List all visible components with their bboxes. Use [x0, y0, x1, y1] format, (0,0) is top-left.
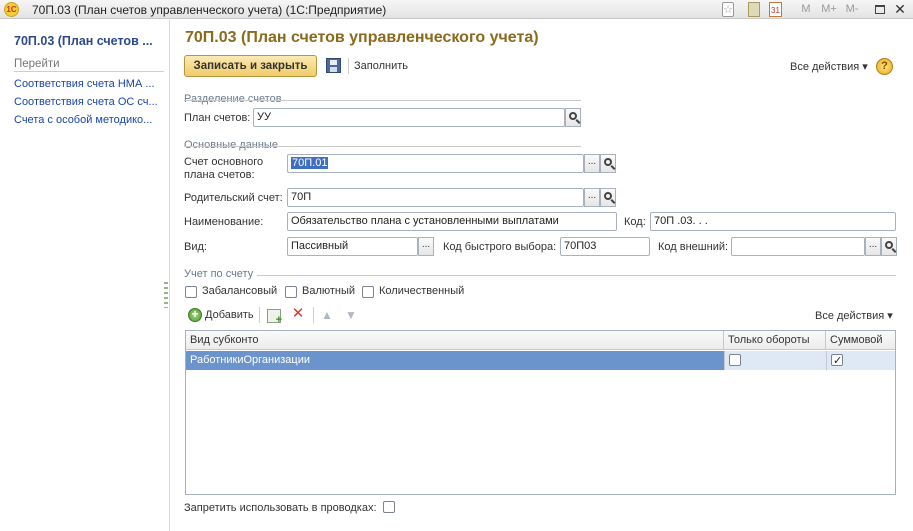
group-title-main: Основные данные [184, 139, 278, 151]
quantity-label: Количественный [379, 285, 465, 297]
group-title-account: Учет по счету [184, 268, 254, 280]
sidebar-section-goto: Перейти [14, 58, 164, 72]
close-icon[interactable]: ✕ [893, 2, 907, 17]
currency-label: Валютный [302, 285, 356, 297]
group-divider [184, 146, 581, 147]
all-actions-button[interactable]: Все действия ▾ [790, 60, 868, 73]
turnover-only-checkbox[interactable] [729, 354, 741, 366]
ext-code-field[interactable] [731, 237, 865, 256]
toolbar-divider [348, 58, 349, 74]
code-label: Код: [624, 216, 646, 228]
column-header-sum[interactable]: Суммовой [826, 331, 895, 350]
main-form: 70П.03 (План счетов управленческого учет… [171, 20, 913, 531]
memory-button[interactable]: M [800, 2, 812, 17]
parent-field[interactable]: 70П [287, 188, 584, 207]
main-account-search-icon[interactable] [600, 154, 616, 173]
sidebar: 70П.03 (План счетов ... Перейти Соответс… [0, 20, 170, 531]
off-balance-checkbox[interactable] [185, 286, 197, 298]
window-title: 70П.03 (План счетов управленческого учет… [32, 3, 387, 17]
group-divider [184, 100, 581, 101]
maximize-icon[interactable] [873, 2, 886, 17]
memory-minus-button[interactable]: M- [842, 2, 862, 17]
plan-label: План счетов: [184, 112, 251, 124]
type-field[interactable]: Пассивный [287, 237, 418, 256]
parent-label: Родительский счет: [184, 192, 283, 204]
app-logo-icon: 1С [4, 2, 19, 17]
column-header-turnover[interactable]: Только обороты [724, 331, 826, 350]
save-and-close-button[interactable]: Записать и закрыть [184, 55, 317, 77]
help-icon[interactable]: ? [876, 58, 893, 75]
toolbar-divider [259, 307, 260, 323]
main-account-select-button[interactable]: ... [584, 154, 600, 173]
column-header-kind[interactable]: Вид субконто [186, 331, 724, 350]
splitter-handle[interactable] [164, 282, 168, 308]
forbid-checkbox[interactable] [383, 501, 395, 513]
add-icon[interactable]: + [188, 308, 202, 322]
sidebar-link-special[interactable]: Счета с особой методико... [14, 114, 164, 126]
move-down-icon[interactable]: ▼ [344, 308, 358, 322]
sidebar-link-os[interactable]: Соответствия счета ОС сч... [14, 96, 164, 108]
quick-code-label: Код быстрого выбора: [443, 241, 557, 253]
main-account-label: Счет основного [184, 156, 264, 168]
copy-icon[interactable] [267, 309, 282, 326]
sidebar-title[interactable]: 70П.03 (План счетов ... [14, 34, 153, 48]
table-row[interactable]: РаботникиОрганизации [186, 351, 895, 371]
forbid-label: Запретить использовать в проводках: [184, 502, 377, 514]
save-icon[interactable] [326, 58, 341, 73]
table-header: Вид субконто Только обороты Суммовой [186, 331, 895, 350]
calendar-icon[interactable]: 31 [769, 2, 782, 17]
delete-icon[interactable]: ✕ [291, 306, 305, 321]
add-button[interactable]: Добавить [205, 309, 254, 321]
ext-code-search-icon[interactable] [881, 237, 897, 256]
fill-button[interactable]: Заполнить [354, 60, 408, 72]
main-account-label-2: плана счетов: [184, 169, 255, 181]
code-field[interactable]: 70П .03. . . [650, 212, 896, 231]
cell-turnover[interactable] [724, 351, 826, 370]
plan-field[interactable]: УУ [253, 108, 565, 127]
group-divider [257, 275, 896, 276]
page-title: 70П.03 (План счетов управленческого учет… [185, 29, 539, 46]
cell-sum[interactable] [826, 351, 895, 371]
subconto-table[interactable]: Вид субконто Только обороты Суммовой Раб… [185, 330, 896, 495]
table-all-actions-button[interactable]: Все действия ▾ [815, 309, 893, 322]
move-up-icon[interactable]: ▲ [320, 308, 334, 322]
quantity-checkbox[interactable] [362, 286, 374, 298]
currency-checkbox[interactable] [285, 286, 297, 298]
ext-code-select-button[interactable]: ... [865, 237, 881, 256]
type-select-button[interactable]: ... [418, 237, 434, 256]
parent-search-icon[interactable] [600, 188, 616, 207]
sidebar-link-nma[interactable]: Соответствия счета НМА ... [14, 78, 164, 90]
cell-kind[interactable]: РаботникиОрганизации [186, 351, 724, 370]
ext-code-label: Код внешний: [658, 241, 729, 253]
parent-select-button[interactable]: ... [584, 188, 600, 207]
memory-plus-button[interactable]: M+ [818, 2, 840, 17]
main-account-value: 70П.01 [291, 157, 329, 169]
calculator-icon[interactable] [748, 2, 760, 17]
sum-checkbox[interactable] [831, 352, 843, 371]
toolbar-divider [313, 307, 314, 323]
plan-search-icon[interactable] [565, 108, 581, 127]
name-label: Наименование: [184, 216, 264, 228]
quick-code-field[interactable]: 70П03 [560, 237, 650, 256]
group-title-split: Разделение счетов [184, 93, 282, 105]
favorites-icon[interactable]: ☆ [722, 2, 734, 17]
name-field[interactable]: Обязательство плана с установленными вып… [287, 212, 617, 231]
window-titlebar: 1С 70П.03 (План счетов управленческого у… [0, 0, 913, 19]
main-account-field[interactable]: 70П.01 [287, 154, 584, 173]
off-balance-label: Забалансовый [202, 285, 278, 297]
type-label: Вид: [184, 241, 207, 253]
